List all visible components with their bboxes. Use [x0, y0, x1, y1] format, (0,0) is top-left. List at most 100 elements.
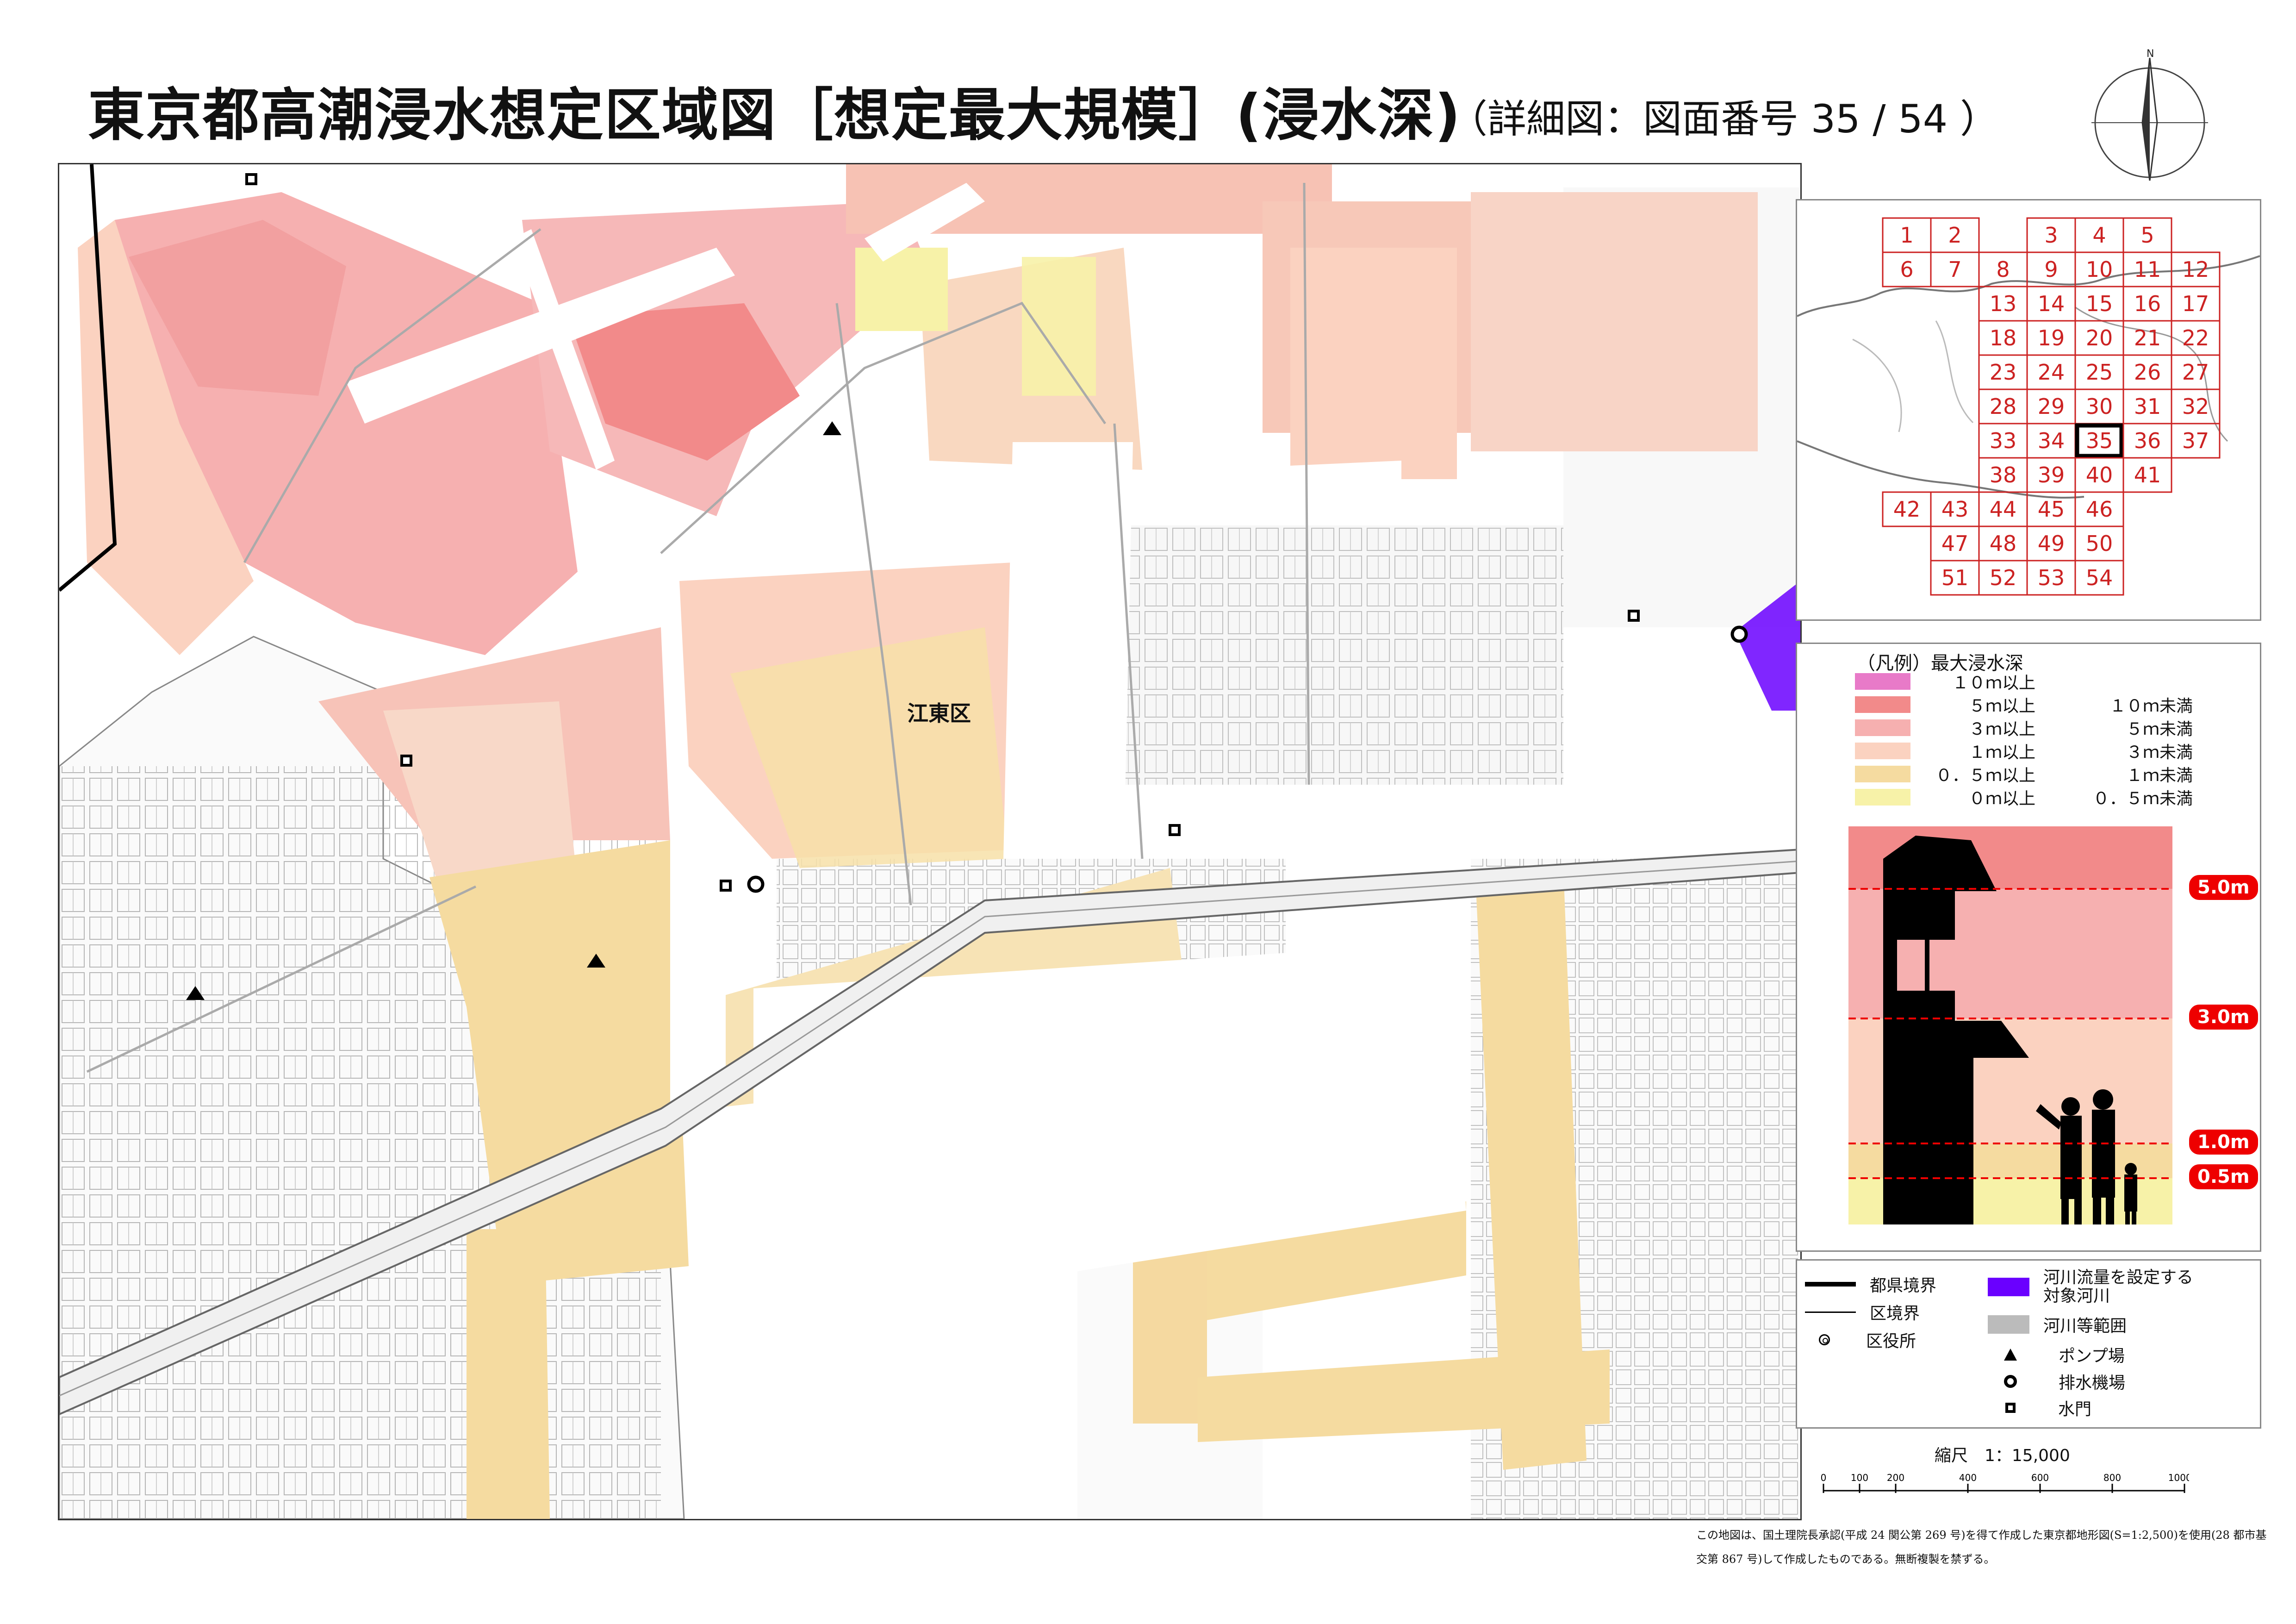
index-cell-50[interactable]: 50 — [2074, 525, 2124, 562]
index-cell-34[interactable]: 34 — [2026, 423, 2076, 459]
index-cell-30[interactable]: 30 — [2074, 388, 2124, 425]
index-cell-number: 41 — [2134, 462, 2161, 487]
index-cell-10[interactable]: 10 — [2074, 251, 2124, 287]
index-cell-12[interactable]: 12 — [2171, 251, 2221, 287]
flood-map[interactable] — [58, 163, 1802, 1520]
index-cell-number: 47 — [1941, 531, 1969, 556]
drainage-station-icon — [2004, 1375, 2017, 1388]
scale-tick-label: 1000m — [2168, 1472, 2189, 1483]
legend-swatch — [1855, 673, 1910, 690]
index-cell-44[interactable]: 44 — [1978, 491, 2028, 527]
index-cell-27[interactable]: 27 — [2171, 354, 2221, 390]
index-cell-number: 10 — [2086, 257, 2113, 282]
index-cell-47[interactable]: 47 — [1930, 525, 1980, 562]
index-cell-number: 18 — [1990, 325, 2017, 350]
index-cell-25[interactable]: 25 — [2074, 354, 2124, 390]
north-arrow-icon: N — [2091, 49, 2208, 181]
index-map-canvas[interactable]: 1 2 3 4 56 7 8 9 10 11 1213 14 15 16 1718 19 20 21 2223 24 2… — [1797, 200, 2260, 619]
index-cell-40[interactable]: 40 — [2074, 457, 2124, 493]
floodgate-icon — [2005, 1403, 2016, 1413]
index-cell-22[interactable]: 22 — [2171, 320, 2221, 356]
index-cell-35[interactable]: 35 — [2074, 423, 2124, 459]
index-cell-3[interactable]: 3 — [2026, 217, 2076, 253]
legend-item: ０ｍ以上 ０．５ｍ未満 — [1855, 788, 2193, 808]
index-cell-2[interactable]: 2 — [1930, 217, 1980, 253]
legend-lower-bound: ５ｍ以上 — [1968, 697, 2035, 716]
index-cell-18[interactable]: 18 — [1978, 320, 2028, 356]
index-cell-number: 46 — [2086, 497, 2113, 522]
index-cell-number: 17 — [2182, 291, 2209, 316]
index-cell-29[interactable]: 29 — [2026, 388, 2076, 425]
index-cell-number: 12 — [2182, 257, 2209, 282]
index-cell-21[interactable]: 21 — [2122, 320, 2172, 356]
index-cell-54[interactable]: 54 — [2074, 560, 2124, 596]
legend-swatch — [1855, 719, 1910, 736]
index-cell-49[interactable]: 49 — [2026, 525, 2076, 562]
index-cell-53[interactable]: 53 — [2026, 560, 2076, 596]
index-cell-36[interactable]: 36 — [2122, 423, 2172, 459]
legend-upper-bound: ０．５ｍ未満 — [2092, 789, 2193, 808]
index-cell-number: 4 — [2092, 223, 2106, 248]
index-cell-39[interactable]: 39 — [2026, 457, 2076, 493]
index-cell-24[interactable]: 24 — [2026, 354, 2076, 390]
index-cell-23[interactable]: 23 — [1978, 354, 2028, 390]
index-cell-15[interactable]: 15 — [2074, 286, 2124, 322]
legend-lower-bound: ０．５ｍ以上 — [1935, 766, 2035, 785]
index-cell-number: 1 — [1900, 223, 1913, 248]
index-cell-31[interactable]: 31 — [2122, 388, 2172, 425]
index-cell-16[interactable]: 16 — [2122, 286, 2172, 322]
index-cell-43[interactable]: 43 — [1930, 491, 1980, 527]
index-cell-17[interactable]: 17 — [2171, 286, 2221, 322]
index-cell-number: 2 — [1948, 223, 1961, 248]
index-cell-11[interactable]: 11 — [2122, 251, 2172, 287]
legend-swatch — [1855, 743, 1910, 759]
legend-ward-boundary: 区境界 — [1805, 1300, 1920, 1324]
index-cell-38[interactable]: 38 — [1978, 457, 2028, 493]
index-cell-number: 24 — [2038, 360, 2065, 385]
map-title: 東京都高潮浸水想定区域図［想定最大規模］(浸水深) — [88, 82, 1462, 148]
index-cell-4[interactable]: 4 — [2074, 217, 2124, 253]
index-cell-51[interactable]: 51 — [1930, 560, 1980, 596]
index-cell-26[interactable]: 26 — [2122, 354, 2172, 390]
legend-lower-bound: １ｍ以上 — [1968, 743, 2035, 762]
index-cell-19[interactable]: 19 — [2026, 320, 2076, 356]
index-cell-5[interactable]: 5 — [2122, 217, 2172, 253]
index-cell-14[interactable]: 14 — [2026, 286, 2076, 322]
index-cell-1[interactable]: 1 — [1882, 217, 1932, 253]
index-cell-33[interactable]: 33 — [1978, 423, 2028, 459]
legend-drainage-station: 排水機場 — [2004, 1369, 2125, 1393]
index-cell-number: 11 — [2134, 257, 2161, 282]
depth-label-1m: 1.0m — [2189, 1130, 2258, 1155]
index-cell-number: 26 — [2134, 360, 2161, 385]
index-cell-number: 48 — [1990, 531, 2017, 556]
index-cell-52[interactable]: 52 — [1978, 560, 2028, 596]
index-cell-number: 33 — [1990, 428, 2017, 453]
index-cell-28[interactable]: 28 — [1978, 388, 2028, 425]
index-cell-20[interactable]: 20 — [2074, 320, 2124, 356]
depth-illustration — [1848, 826, 2172, 1224]
legend-pump-station: ポンプ場 — [2004, 1343, 2125, 1367]
index-cell-number: 49 — [2038, 531, 2065, 556]
index-cell-number: 23 — [1990, 360, 2017, 385]
index-cell-48[interactable]: 48 — [1978, 525, 2028, 562]
index-cell-6[interactable]: 6 — [1882, 251, 1932, 287]
index-cell-13[interactable]: 13 — [1978, 286, 2028, 322]
legend-swatch — [1855, 696, 1910, 713]
legend-item: １０ｍ以上 — [1855, 672, 2193, 693]
index-cell-number: 45 — [2038, 497, 2065, 522]
flood-map-canvas[interactable] — [59, 164, 1800, 1519]
legend-upper-bound: ３ｍ未満 — [2126, 743, 2193, 762]
index-map[interactable]: 1 2 3 4 5 6 7 8 9 10 11 12 13 14 15 16 17 18 19 20 21 22 23 24 2… — [1796, 199, 2261, 621]
index-cell-7[interactable]: 7 — [1930, 251, 1980, 287]
index-cell-number: 22 — [2182, 325, 2209, 350]
index-cell-41[interactable]: 41 — [2122, 457, 2172, 493]
legend-item: １ｍ以上 ３ｍ未満 — [1855, 742, 2193, 762]
ward-office-icon — [1819, 1334, 1830, 1345]
index-cell-number: 16 — [2134, 291, 2161, 316]
target-river-swatch — [1988, 1278, 2029, 1296]
legend-ward-office: 区役所 — [1819, 1328, 1916, 1352]
index-cell-37[interactable]: 37 — [2171, 423, 2221, 459]
index-cell-42[interactable]: 42 — [1882, 491, 1932, 527]
index-grid[interactable]: 1 2 3 4 56 7 8 9 10 11 1213 14 15 16 1718 19 20 21 2223 24 2… — [1882, 217, 2221, 596]
index-cell-number: 52 — [1990, 565, 2017, 590]
